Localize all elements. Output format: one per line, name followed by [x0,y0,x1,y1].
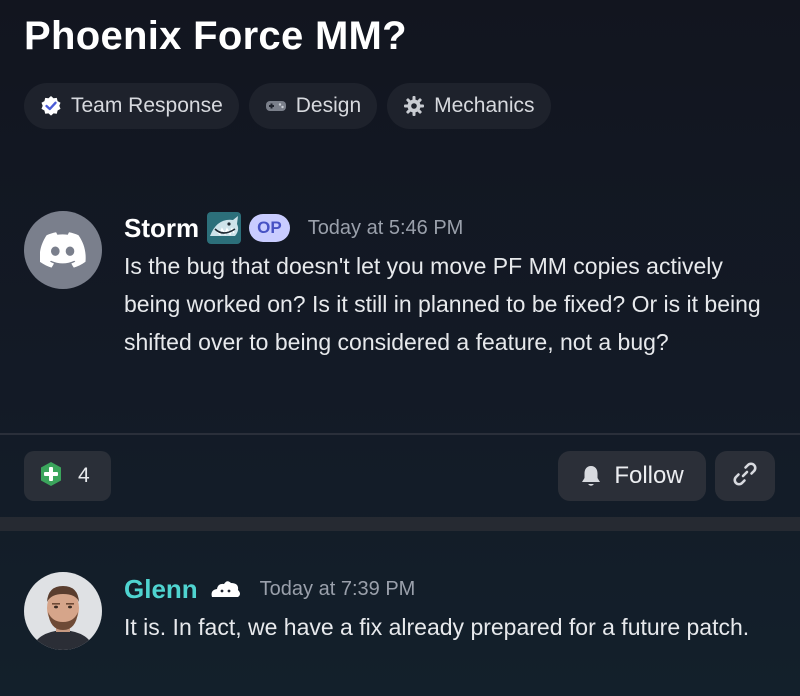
message-body: Storm OP Today at 5:46 PM Is the bug tha… [124,211,764,361]
thread-title: Phoenix Force MM? [24,14,407,58]
check-badge-icon [40,95,62,117]
link-icon [732,461,758,492]
glenn-avatar-photo [24,572,102,650]
green-plus-icon [38,461,64,492]
copy-link-button[interactable] [715,451,775,501]
tag-team-response[interactable]: Team Response [24,83,239,129]
gamepad-icon [265,95,287,117]
reply-message: Glenn Today at 7:39 PM It is. In fact, w… [24,572,774,650]
message-body: Glenn Today at 7:39 PM It is. In fact, w… [124,572,774,650]
message-text: Is the bug that doesn't let you move PF … [124,253,761,355]
message-header: Storm OP Today at 5:46 PM [124,211,764,245]
message-header: Glenn Today at 7:39 PM [124,572,774,606]
avatar[interactable] [24,572,102,650]
bell-icon [580,464,602,488]
original-post: Storm OP Today at 5:46 PM Is the bug tha… [24,211,764,361]
op-badge: OP [249,214,290,242]
tag-label: Team Response [71,94,223,117]
section-separator [0,517,800,531]
timestamp: Today at 5:46 PM [307,216,464,239]
follow-button[interactable]: Follow [558,451,706,501]
tag-label: Design [295,94,362,117]
author-name[interactable]: Glenn [124,574,198,605]
tag-label: Mechanics [434,94,535,117]
author-name[interactable]: Storm [124,213,199,244]
gear-icon [403,95,425,117]
follow-label: Follow [614,462,684,489]
message-text: It is. In fact, we have a fix already pr… [124,614,750,640]
divider [0,433,800,435]
tag-design[interactable]: Design [248,83,378,129]
reaction-button[interactable]: 4 [24,451,111,501]
timestamp: Today at 7:39 PM [259,577,416,600]
discord-logo-icon [40,232,86,268]
tag-mechanics[interactable]: Mechanics [387,83,551,129]
shark-emoji-icon [207,212,242,244]
forum-thread-page: Phoenix Force MM? Team Response Design M… [0,0,800,696]
reaction-count: 4 [78,464,90,487]
avatar[interactable] [24,211,102,289]
cloud-emoji-icon [208,577,242,601]
tag-list: Team Response Design Mechanics [24,83,551,129]
